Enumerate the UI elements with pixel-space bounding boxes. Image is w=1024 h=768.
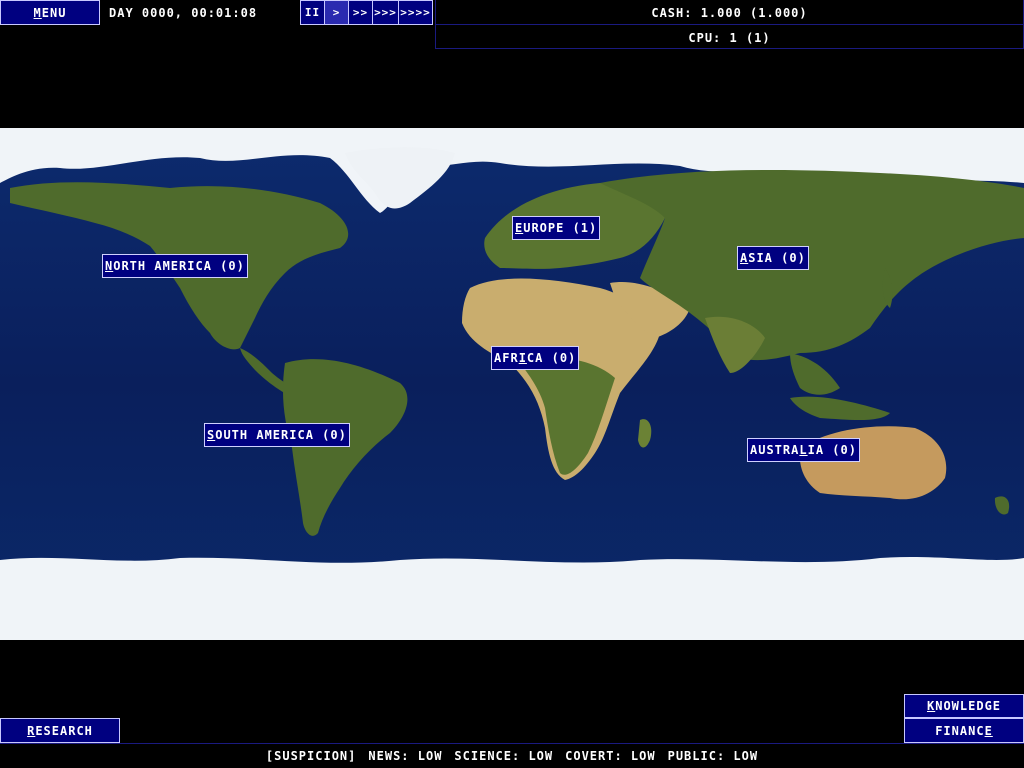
suspicion-public: PUBLIC: LOW	[667, 749, 759, 763]
research-hotkey: R	[27, 723, 36, 738]
region-label-start: AUSTRA	[750, 443, 800, 457]
menu-button-label: ENU	[41, 5, 67, 20]
region-europe[interactable]: E UROPE (1)	[512, 216, 601, 240]
knowledge-button[interactable]: K NOWLEDGE	[904, 694, 1024, 718]
region-australia[interactable]: AUSTRA L IA (0)	[747, 438, 860, 462]
menu-button[interactable]: M ENU	[0, 0, 100, 25]
region-asia[interactable]: A SIA (0)	[737, 246, 809, 270]
research-button[interactable]: R ESEARCH	[0, 718, 120, 743]
region-label: SIA (0)	[748, 251, 806, 265]
suspicion-status-bar: [SUSPICION] NEWS: LOW SCIENCE: LOW COVER…	[0, 743, 1024, 768]
region-label: UROPE (1)	[523, 221, 598, 235]
suspicion-prefix: [SUSPICION]	[265, 749, 357, 763]
region-hotkey: I	[518, 351, 527, 365]
region-north-america[interactable]: N ORTH AMERICA (0)	[102, 254, 248, 278]
region-label: ORTH AMERICA (0)	[113, 259, 245, 273]
region-hotkey: N	[105, 259, 114, 273]
cpu-readout: CPU: 1 (1)	[688, 31, 771, 45]
speed-4-button[interactable]: >>>>	[398, 0, 433, 25]
speed-1-button[interactable]: >	[324, 0, 349, 25]
research-label: ESEARCH	[35, 723, 93, 738]
knowledge-label: NOWLEDGE	[935, 699, 1002, 713]
region-label: IA (0)	[807, 443, 857, 457]
menu-button-hotkey: M	[33, 5, 42, 20]
region-label: OUTH AMERICA (0)	[215, 428, 347, 442]
knowledge-hotkey: K	[926, 699, 936, 713]
region-africa[interactable]: AFR I CA (0)	[491, 346, 580, 370]
finance-button[interactable]: FINANC E	[904, 718, 1024, 743]
region-hotkey: L	[799, 443, 808, 457]
region-south-america[interactable]: S OUTH AMERICA (0)	[204, 423, 350, 447]
resources-panel: CASH: 1.000 (1.000) CPU: 1 (1)	[435, 0, 1024, 49]
finance-hotkey: E	[984, 723, 993, 738]
speed-controls: II > >> >>> >>>>	[300, 0, 433, 25]
region-hotkey: S	[207, 428, 216, 442]
suspicion-covert: COVERT: LOW	[565, 749, 656, 763]
antarctica	[0, 557, 1024, 640]
region-label: CA (0)	[526, 351, 577, 365]
speed-2-button[interactable]: >>	[348, 0, 373, 25]
pause-button[interactable]: II	[300, 0, 325, 25]
region-hotkey: A	[740, 251, 749, 265]
resources-divider	[436, 24, 1023, 25]
cash-readout: CASH: 1.000 (1.000)	[651, 6, 808, 20]
finance-label: FINANC	[935, 723, 985, 738]
region-hotkey: E	[515, 221, 524, 235]
suspicion-news: NEWS: LOW	[368, 749, 443, 763]
world-map[interactable]	[0, 128, 1024, 640]
game-clock: DAY 0000, 00:01:08	[109, 6, 258, 20]
speed-3-button[interactable]: >>>	[372, 0, 399, 25]
suspicion-science: SCIENCE: LOW	[454, 749, 554, 763]
region-label-start: AFR	[494, 351, 519, 365]
